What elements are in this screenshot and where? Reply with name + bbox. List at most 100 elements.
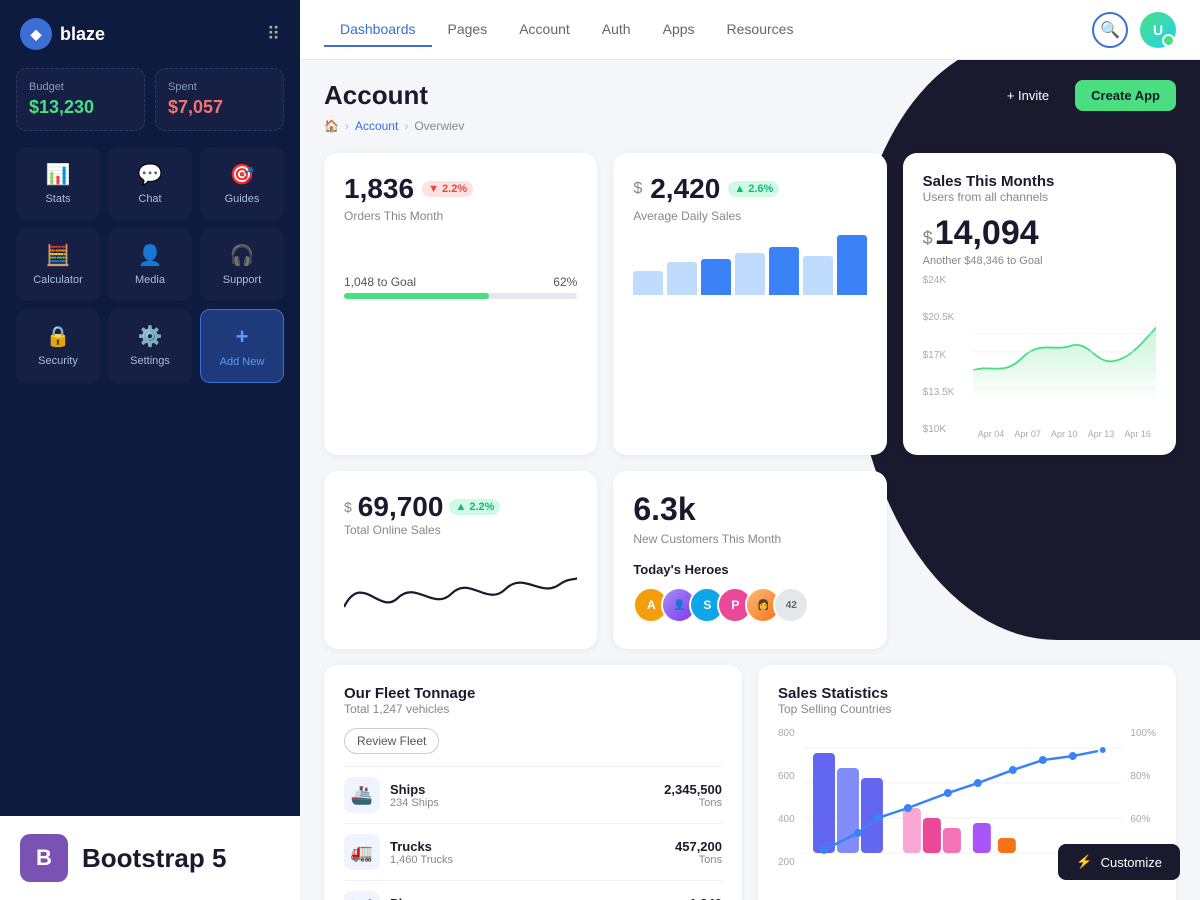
breadcrumb-home[interactable]: 🏠 bbox=[324, 119, 339, 133]
sales-month-title: Sales This Months bbox=[923, 173, 1156, 190]
invite-button[interactable]: + Invite bbox=[991, 80, 1065, 111]
spacer bbox=[903, 471, 1176, 649]
search-button[interactable]: 🔍 bbox=[1092, 12, 1128, 48]
page-actions: + Invite Create App bbox=[991, 80, 1176, 111]
orders-card: 1,836 ▼ 2.2% Orders This Month 1,048 to … bbox=[324, 153, 597, 455]
spent-value: $7,057 bbox=[168, 97, 271, 118]
ships-amount: 2,345,500 bbox=[664, 782, 722, 797]
trucks-amount: 457,200 bbox=[675, 839, 722, 854]
daily-sales-label: Average Daily Sales bbox=[633, 209, 866, 223]
line-chart-svg bbox=[973, 275, 1156, 435]
breadcrumb: 🏠 › Account › Overwiev bbox=[324, 119, 1176, 133]
orders-label: Orders This Month bbox=[344, 209, 577, 223]
main-content: Dashboards Pages Account Auth Apps Resou… bbox=[300, 0, 1200, 900]
customize-label: Customize bbox=[1101, 855, 1162, 870]
bar-1 bbox=[633, 271, 663, 295]
guides-label: Guides bbox=[225, 193, 260, 205]
ships-unit: Tons bbox=[664, 797, 722, 809]
fleet-planes: ✈️ Planes 8 Aircrafts 1,240 Tons bbox=[344, 880, 722, 900]
spent-label: Spent bbox=[168, 81, 271, 93]
user-avatar[interactable]: U bbox=[1140, 12, 1176, 48]
sidebar-item-stats[interactable]: 📊 Stats bbox=[16, 147, 100, 220]
security-label: Security bbox=[38, 355, 78, 367]
page-title: Account bbox=[324, 80, 428, 111]
sales-stats-sub: Top Selling Countries bbox=[778, 702, 1156, 716]
sidebar-item-calculator[interactable]: 🧮 Calculator bbox=[16, 228, 100, 301]
guides-icon: 🎯 bbox=[230, 162, 255, 187]
customize-icon: ⚡ bbox=[1076, 854, 1092, 870]
sidebar-item-guides[interactable]: 🎯 Guides bbox=[200, 147, 284, 220]
ships-name: Ships bbox=[390, 782, 654, 797]
planes-name: Planes bbox=[390, 896, 679, 900]
nav-link-pages[interactable]: Pages bbox=[432, 13, 504, 47]
bar-6 bbox=[803, 256, 833, 295]
ships-sub: 234 Ships bbox=[390, 797, 654, 809]
top-nav-actions: 🔍 U bbox=[1092, 12, 1176, 48]
breadcrumb-account[interactable]: Account bbox=[355, 119, 398, 133]
create-app-button[interactable]: Create App bbox=[1075, 80, 1176, 111]
budget-cards: Budget $13,230 Spent $7,057 bbox=[0, 68, 300, 147]
bar-2 bbox=[667, 262, 697, 295]
nav-grid: 📊 Stats 💬 Chat 🎯 Guides 🧮 Calculator 👤 M… bbox=[0, 147, 300, 391]
sidebar-item-support[interactable]: 🎧 Support bbox=[200, 228, 284, 301]
trucks-icon: 🚛 bbox=[344, 834, 380, 870]
calculator-icon: 🧮 bbox=[46, 243, 71, 268]
stats-label: Stats bbox=[45, 193, 70, 205]
bar-4 bbox=[735, 253, 765, 295]
chat-icon: 💬 bbox=[138, 162, 163, 187]
page-content: Account + Invite Create App 🏠 › Account … bbox=[300, 60, 1200, 900]
trucks-unit: Tons bbox=[675, 854, 722, 866]
bar-3 bbox=[701, 259, 731, 295]
sidebar-header: ◆ blaze ⠿ bbox=[0, 0, 300, 68]
sidebar-item-add-new[interactable]: + Add New bbox=[200, 309, 284, 383]
customers-value: 6.3k bbox=[633, 491, 695, 528]
goal-pct: 62% bbox=[553, 275, 577, 289]
chat-label: Chat bbox=[138, 193, 161, 205]
daily-sales-value: 2,420 bbox=[650, 173, 720, 205]
nav-link-account[interactable]: Account bbox=[503, 13, 586, 47]
trucks-name: Trucks bbox=[390, 839, 665, 854]
online-sales-value: 69,700 bbox=[358, 491, 444, 523]
support-icon: 🎧 bbox=[230, 243, 255, 268]
progress-bar-fill bbox=[344, 293, 489, 299]
fleet-ships: 🚢 Ships 234 Ships 2,345,500 Tons bbox=[344, 766, 722, 823]
review-fleet-button[interactable]: Review Fleet bbox=[344, 728, 439, 754]
nav-link-apps[interactable]: Apps bbox=[647, 13, 711, 47]
online-sales-badge: ▲ 2.2% bbox=[449, 499, 500, 515]
sidebar-item-media[interactable]: 👤 Media bbox=[108, 228, 192, 301]
sidebar-item-chat[interactable]: 💬 Chat bbox=[108, 147, 192, 220]
nav-link-dashboards[interactable]: Dashboards bbox=[324, 13, 432, 47]
customers-label: New Customers This Month bbox=[633, 532, 866, 546]
sidebar: ◆ blaze ⠿ Budget $13,230 Spent $7,057 📊 … bbox=[0, 0, 300, 900]
fleet-card: Our Fleet Tonnage Total 1,247 vehicles R… bbox=[324, 665, 742, 900]
bootstrap-badge: B Bootstrap 5 bbox=[0, 816, 300, 900]
orders-value: 1,836 bbox=[344, 173, 414, 205]
sidebar-item-settings[interactable]: ⚙️ Settings bbox=[108, 309, 192, 383]
orders-badge: ▼ 2.2% bbox=[422, 181, 473, 197]
third-row: Our Fleet Tonnage Total 1,247 vehicles R… bbox=[324, 665, 1176, 900]
nav-link-auth[interactable]: Auth bbox=[586, 13, 647, 47]
fleet-trucks: 🚛 Trucks 1,460 Trucks 457,200 Tons bbox=[344, 823, 722, 880]
sidebar-item-security[interactable]: 🔒 Security bbox=[16, 309, 100, 383]
top-nav-links: Dashboards Pages Account Auth Apps Resou… bbox=[324, 13, 809, 47]
page-header: Account + Invite Create App bbox=[324, 80, 1176, 111]
nav-link-resources[interactable]: Resources bbox=[711, 13, 810, 47]
heroes-avatars: A 👤 S P 👩 42 bbox=[633, 587, 866, 623]
budget-label: Budget bbox=[29, 81, 132, 93]
budget-card: Budget $13,230 bbox=[16, 68, 145, 131]
media-icon: 👤 bbox=[138, 243, 163, 268]
stats-icon: 📊 bbox=[46, 162, 71, 187]
calculator-label: Calculator bbox=[33, 274, 83, 286]
sales-line-chart: $24K $20.5K $17K $13.5K $10K bbox=[923, 275, 1156, 435]
wave-chart bbox=[344, 549, 577, 629]
customize-button[interactable]: ⚡ Customize bbox=[1058, 844, 1180, 880]
sidebar-logo: ◆ blaze bbox=[20, 18, 105, 50]
add-new-label: Add New bbox=[220, 356, 265, 368]
second-row: $ 69,700 ▲ 2.2% Total Online Sales 6.3k … bbox=[324, 471, 1176, 649]
heroes-title: Today's Heroes bbox=[633, 562, 866, 577]
bootstrap-text: Bootstrap 5 bbox=[82, 843, 226, 874]
progress-bar-bg bbox=[344, 293, 577, 299]
menu-icon[interactable]: ⠿ bbox=[267, 24, 280, 45]
bar-5 bbox=[769, 247, 799, 295]
media-label: Media bbox=[135, 274, 165, 286]
